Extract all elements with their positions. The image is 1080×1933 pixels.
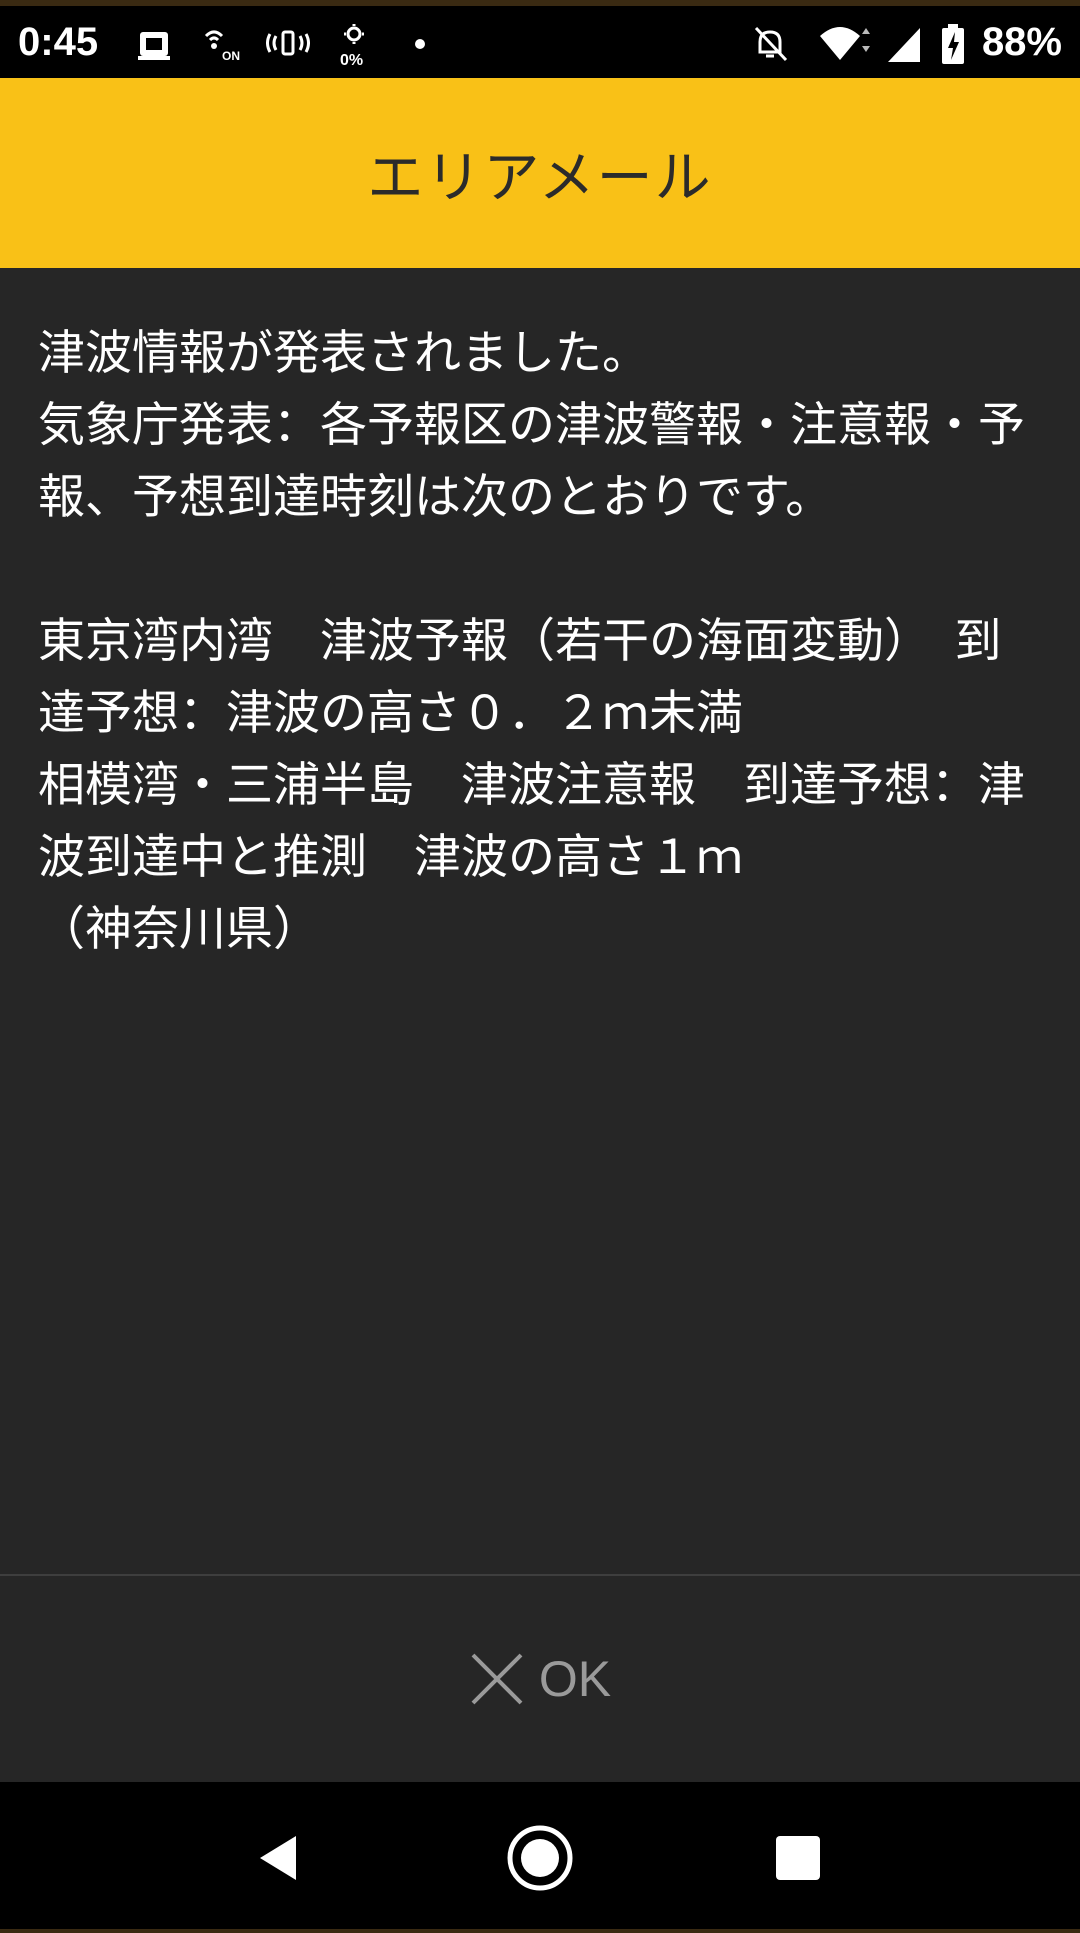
- alert-screen: 0:45 ON 0% 88% エリアメール 津波情報が発表されました。 気象庁発…: [0, 0, 1080, 1933]
- page-title: エリアメール: [367, 145, 713, 211]
- ok-button-label: OK: [538, 1651, 612, 1707]
- ok-button-content: OK: [469, 1650, 611, 1708]
- dot-icon: [415, 39, 425, 49]
- sim-card-icon: [138, 32, 170, 60]
- nav-back-button[interactable]: [190, 1782, 370, 1933]
- battery-percent: 88%: [981, 20, 1062, 64]
- navigation-bar: [0, 1782, 1080, 1933]
- nfc-on-icon: ON: [204, 30, 240, 63]
- recents-icon: [776, 1835, 820, 1880]
- battery-charging-icon: [942, 24, 964, 64]
- status-bar: 0:45 ON 0% 88%: [0, 0, 1080, 78]
- brightness-percent: 0%: [340, 52, 364, 69]
- nav-home-button[interactable]: [450, 1782, 630, 1933]
- back-icon: [260, 1835, 296, 1880]
- home-icon: [507, 1825, 573, 1890]
- close-icon: [471, 1653, 523, 1705]
- alert-message: 津波情報が発表されました。 気象庁発表：各予報区の津波警報・注意報・予報、予想到…: [38, 326, 1025, 957]
- vibrate-icon: [266, 30, 310, 56]
- nav-recents-button[interactable]: [708, 1782, 888, 1933]
- wifi-icon: [820, 27, 870, 60]
- signal-icon: [888, 28, 920, 62]
- notifications-off-icon: [754, 26, 788, 62]
- app-header: エリアメール: [0, 78, 1080, 268]
- nav-bottom-edge: [0, 1929, 1080, 1933]
- ok-button[interactable]: OK: [0, 1576, 1080, 1782]
- svg-text:ON: ON: [222, 49, 240, 63]
- status-time: 0:45: [18, 20, 99, 64]
